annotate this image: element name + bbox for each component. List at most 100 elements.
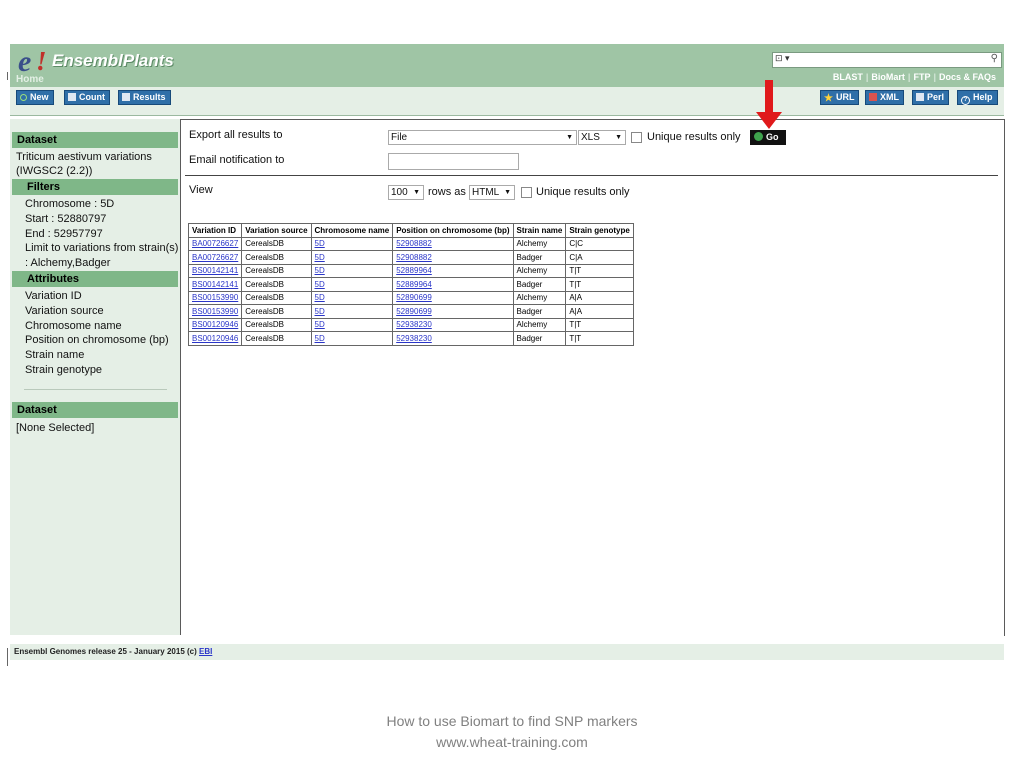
view-unique-checkbox[interactable] <box>521 187 532 198</box>
filter-start[interactable]: Start : 52880797 <box>25 212 106 227</box>
chromosome-link[interactable]: 5D <box>315 266 325 275</box>
table-cell: C|A <box>565 250 634 265</box>
biomart-link[interactable]: BioMart <box>871 72 905 82</box>
filter-chromosome[interactable]: Chromosome : 5D <box>25 197 114 212</box>
table-cell: CerealsDB <box>241 263 312 278</box>
export-label: Export all results to <box>189 129 283 141</box>
variation-id-link[interactable]: BS00142141 <box>192 280 238 289</box>
site-title[interactable]: EnsemblPlants <box>52 51 174 71</box>
column-header: Variation ID <box>187 223 243 238</box>
position-link[interactable]: 52938230 <box>396 320 432 329</box>
ftp-link[interactable]: FTP <box>913 72 930 82</box>
chromosome-link[interactable]: 5D <box>315 239 325 248</box>
attributes-heading[interactable]: Attributes <box>12 271 178 287</box>
view-format-select[interactable]: HTML ▼ <box>469 185 515 200</box>
annotation-arrow-icon <box>756 80 782 129</box>
sidebar-divider <box>24 389 167 390</box>
filter-strains-value[interactable]: : Alchemy,Badger <box>25 256 110 271</box>
table-row: BS00153990 CerealsDB 5D 52890699 Badger A|A <box>187 304 634 319</box>
table-cell: Badger <box>512 304 567 319</box>
export-format-select[interactable]: XLS ▼ <box>578 130 626 145</box>
dataset-heading[interactable]: Dataset <box>12 132 178 148</box>
section-divider <box>185 175 998 176</box>
attribute-position[interactable]: Position on chromosome (bp) <box>25 333 169 348</box>
blast-link[interactable]: BLAST <box>833 72 863 82</box>
chromosome-link[interactable]: 5D <box>315 293 325 302</box>
table-cell: Alchemy <box>512 290 567 305</box>
chromosome-link[interactable]: 5D <box>315 320 325 329</box>
variation-id-link[interactable]: BS00153990 <box>192 293 238 302</box>
second-dataset-heading[interactable]: Dataset <box>12 402 178 418</box>
page-footer: Ensembl Genomes release 25 - January 201… <box>10 644 1004 660</box>
variation-id-link[interactable]: BS00142141 <box>192 266 238 275</box>
attribute-variation-id[interactable]: Variation ID <box>25 289 82 304</box>
script-icon <box>916 93 924 101</box>
rows-as-label: rows as <box>428 186 466 198</box>
view-unique-label: Unique results only <box>536 186 630 198</box>
search-icon[interactable]: ⚲ <box>991 53 998 64</box>
position-link[interactable]: 52890699 <box>396 307 432 316</box>
variation-id-link[interactable]: BS00120946 <box>192 334 238 343</box>
position-link[interactable]: 52908882 <box>396 253 432 262</box>
table-cell: CerealsDB <box>241 236 312 251</box>
position-link[interactable]: 52889964 <box>396 266 432 275</box>
attribute-variation-source[interactable]: Variation source <box>25 304 104 319</box>
results-table: Variation ID Variation source Chromosome… <box>187 223 634 346</box>
attribute-chromosome-name[interactable]: Chromosome name <box>25 319 122 334</box>
summary-panel: Dataset Triticum aestivum variations (IW… <box>10 119 181 635</box>
filters-heading[interactable]: Filters <box>12 179 178 195</box>
attribute-strain-genotype[interactable]: Strain genotype <box>25 363 102 378</box>
export-unique-checkbox[interactable] <box>631 132 642 143</box>
dataset-name[interactable]: Triticum aestivum variations <box>16 150 152 165</box>
filter-end[interactable]: End : 52957797 <box>25 227 103 242</box>
attribute-strain-name[interactable]: Strain name <box>25 348 84 363</box>
view-rows-select[interactable]: 100 ▼ <box>388 185 424 200</box>
biomart-toolbar: New Count Results ★ URL XML Perl ? Help <box>10 87 1004 116</box>
position-link[interactable]: 52938230 <box>396 334 432 343</box>
export-destination-select[interactable]: File ▼ <box>388 130 577 145</box>
filter-strains-label[interactable]: Limit to variations from strain(s) <box>25 241 178 256</box>
table-cell: T|T <box>565 277 634 292</box>
chromosome-link[interactable]: 5D <box>315 280 325 289</box>
chromosome-link[interactable]: 5D <box>315 334 325 343</box>
variation-id-link[interactable]: BA00726627 <box>192 239 238 248</box>
position-link[interactable]: 52889964 <box>396 280 432 289</box>
search-type-dropdown[interactable]: ⊡ ▾ <box>775 53 790 64</box>
site-search-input[interactable]: ⊡ ▾ ⚲ <box>772 52 1002 68</box>
second-dataset-value[interactable]: [None Selected] <box>16 421 94 436</box>
ensembl-logo-mark: ! <box>36 46 47 76</box>
table-cell: T|T <box>565 331 634 346</box>
home-link[interactable]: Home <box>16 74 44 85</box>
results-panel: Export all results to File ▼ XLS ▼ Unique … <box>181 119 1005 636</box>
count-button[interactable]: Count <box>64 90 110 105</box>
table-cell: Alchemy <box>512 263 567 278</box>
help-button[interactable]: ? Help <box>957 90 998 105</box>
biomart-window: e ! EnsemblPlants Home ⊡ ▾ ⚲ BLAST | BioMa… <box>10 44 1005 660</box>
column-header: Variation source <box>241 223 312 238</box>
ebi-link[interactable]: EBI <box>199 647 212 656</box>
email-field[interactable] <box>388 153 519 170</box>
variation-id-link[interactable]: BA00726627 <box>192 253 238 262</box>
table-row: BS00120946 CerealsDB 5D 52938230 Badger T|T <box>187 331 634 346</box>
perl-button[interactable]: Perl <box>912 90 950 105</box>
star-icon: ★ <box>824 93 833 104</box>
table-cell: CerealsDB <box>241 304 312 319</box>
variation-id-link[interactable]: BS00120946 <box>192 320 238 329</box>
position-link[interactable]: 52908882 <box>396 239 432 248</box>
column-header: Strain genotype <box>565 223 634 238</box>
chromosome-link[interactable]: 5D <box>315 307 325 316</box>
chromosome-link[interactable]: 5D <box>315 253 325 262</box>
table-row: BA00726627 CerealsDB 5D 52908882 Badger C|A <box>187 250 634 265</box>
table-cell: A|A <box>565 304 634 319</box>
xml-button[interactable]: XML <box>865 90 904 105</box>
docs-faqs-link[interactable]: Docs & FAQs <box>939 72 996 82</box>
dataset-assembly[interactable]: (IWGSC2 (2.2)) <box>16 164 92 179</box>
position-link[interactable]: 52890699 <box>396 293 432 302</box>
url-button[interactable]: ★ URL <box>820 90 860 105</box>
results-button[interactable]: Results <box>118 90 171 105</box>
variation-id-link[interactable]: BS00153990 <box>192 307 238 316</box>
refresh-icon <box>20 94 27 101</box>
go-button[interactable]: Go <box>750 130 786 145</box>
new-button[interactable]: New <box>16 90 54 105</box>
table-cell: CerealsDB <box>241 331 312 346</box>
